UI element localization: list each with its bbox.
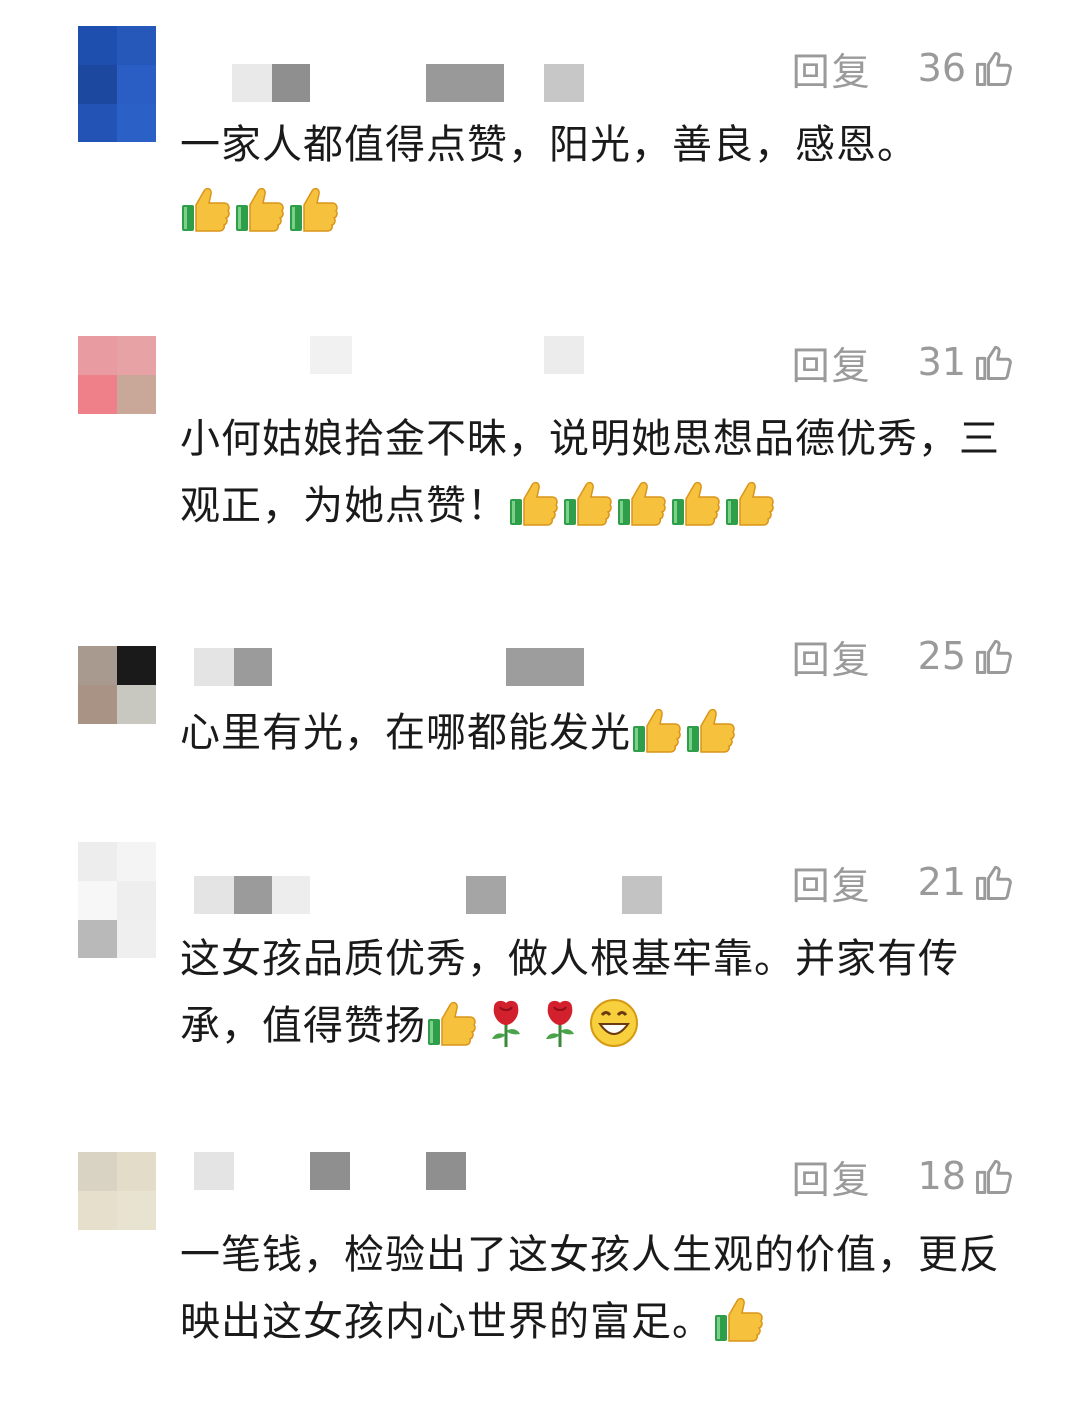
grin-emoji-icon xyxy=(588,997,640,1049)
avatar-mosaic-cell xyxy=(78,104,117,142)
comment-actions: 回复 25 xyxy=(792,626,1016,686)
avatar-mosaic-cell xyxy=(78,414,117,452)
avatar[interactable] xyxy=(78,842,156,958)
comment-actions: 回复 36 xyxy=(792,38,1016,98)
comment-body: 一家人都值得点赞，阳光，善良，感恩。 xyxy=(180,122,918,168)
thumbs-up-emoji-icon xyxy=(234,183,286,235)
emoji-row xyxy=(180,187,342,235)
avatar-mosaic-cell xyxy=(117,104,156,142)
thumbs-up-emoji-icon xyxy=(288,183,340,235)
avatar-mosaic-cell xyxy=(78,1191,117,1230)
emoji-row xyxy=(426,999,642,1049)
comment-actions: 回复 18 xyxy=(792,1146,1016,1206)
emoji-row xyxy=(713,1297,767,1345)
reply-button[interactable]: 回复 xyxy=(792,41,872,96)
avatar-mosaic-cell xyxy=(78,685,117,724)
comment-actions: 回复 21 xyxy=(792,852,1016,912)
avatar-mosaic-cell xyxy=(78,375,117,414)
avatar-mosaic-cell xyxy=(117,1230,156,1268)
avatar-mosaic-cell xyxy=(117,375,156,414)
comment-text: 一家人都值得点赞，阳光，善良，感恩。 xyxy=(180,112,1010,246)
avatar-mosaic-cell xyxy=(78,26,117,65)
like-count: 36 xyxy=(917,46,966,90)
like-count: 31 xyxy=(917,340,966,384)
thumbs-up-icon[interactable] xyxy=(972,634,1016,678)
thumbs-up-icon[interactable] xyxy=(972,860,1016,904)
avatar-mosaic-cell xyxy=(117,724,156,762)
rose-emoji-icon xyxy=(534,997,586,1049)
rose-emoji-icon xyxy=(480,997,532,1049)
reply-button[interactable]: 回复 xyxy=(792,855,872,910)
avatar-mosaic-cell xyxy=(117,26,156,65)
thumbs-up-emoji-icon xyxy=(508,477,560,529)
thumbs-up-emoji-icon xyxy=(713,1293,765,1345)
thumbs-up-emoji-icon xyxy=(724,477,776,529)
comment-text: 一笔钱，检验出了这女孩人生观的价值，更反映出这女孩内心世界的富足。 xyxy=(180,1222,1010,1356)
avatar-mosaic-cell xyxy=(117,920,156,958)
avatar-mosaic-cell xyxy=(117,881,156,920)
thumbs-up-emoji-icon xyxy=(616,477,668,529)
avatar-mosaic-cell xyxy=(117,1191,156,1230)
comment-text: 这女孩品质优秀，做人根基牢靠。并家有传承，值得赞扬 xyxy=(180,926,1010,1060)
reply-button[interactable]: 回复 xyxy=(792,1149,872,1204)
thumbs-up-emoji-icon xyxy=(670,477,722,529)
comment-actions: 回复 31 xyxy=(792,332,1016,392)
avatar[interactable] xyxy=(78,26,156,142)
avatar-mosaic-cell xyxy=(117,414,156,452)
avatar[interactable] xyxy=(78,646,156,762)
comment-body: 一笔钱，检验出了这女孩人生观的价值，更反映出这女孩内心世界的富足。 xyxy=(180,1232,1000,1345)
avatar-mosaic-cell xyxy=(78,920,117,958)
thumbs-up-icon[interactable] xyxy=(972,46,1016,90)
avatar-mosaic-cell xyxy=(78,336,117,375)
avatar[interactable] xyxy=(78,336,156,452)
thumbs-up-emoji-icon xyxy=(426,997,478,1049)
thumbs-up-icon[interactable] xyxy=(972,1154,1016,1198)
avatar-mosaic-cell xyxy=(78,1230,117,1268)
avatar-mosaic-cell xyxy=(78,65,117,104)
emoji-row xyxy=(631,708,739,756)
avatar-mosaic-cell xyxy=(117,65,156,104)
emoji-row xyxy=(508,481,778,529)
avatar-mosaic-cell xyxy=(78,842,117,881)
comment-text: 心里有光，在哪都能发光 xyxy=(180,700,1010,767)
avatar-mosaic-cell xyxy=(117,646,156,685)
reply-button[interactable]: 回复 xyxy=(792,629,872,684)
avatar-mosaic-cell xyxy=(78,646,117,685)
thumbs-up-emoji-icon xyxy=(631,704,683,756)
like-count: 21 xyxy=(917,860,966,904)
thumbs-up-emoji-icon xyxy=(685,704,737,756)
avatar-mosaic-cell xyxy=(117,336,156,375)
avatar-mosaic-cell xyxy=(78,881,117,920)
like-count: 25 xyxy=(917,634,966,678)
avatar[interactable] xyxy=(78,1152,156,1268)
avatar-mosaic-cell xyxy=(78,724,117,762)
reply-button[interactable]: 回复 xyxy=(792,335,872,390)
comment-text: 小何姑娘拾金不昧，说明她思想品德优秀，三观正，为她点赞！ xyxy=(180,406,1010,540)
avatar-mosaic-cell xyxy=(117,842,156,881)
thumbs-up-icon[interactable] xyxy=(972,340,1016,384)
avatar-mosaic-cell xyxy=(117,685,156,724)
thumbs-up-emoji-icon xyxy=(180,183,232,235)
avatar-mosaic-cell xyxy=(117,1152,156,1191)
thumbs-up-emoji-icon xyxy=(562,477,614,529)
like-count: 18 xyxy=(917,1154,966,1198)
avatar-mosaic-cell xyxy=(78,1152,117,1191)
comment-body: 心里有光，在哪都能发光 xyxy=(180,710,631,756)
